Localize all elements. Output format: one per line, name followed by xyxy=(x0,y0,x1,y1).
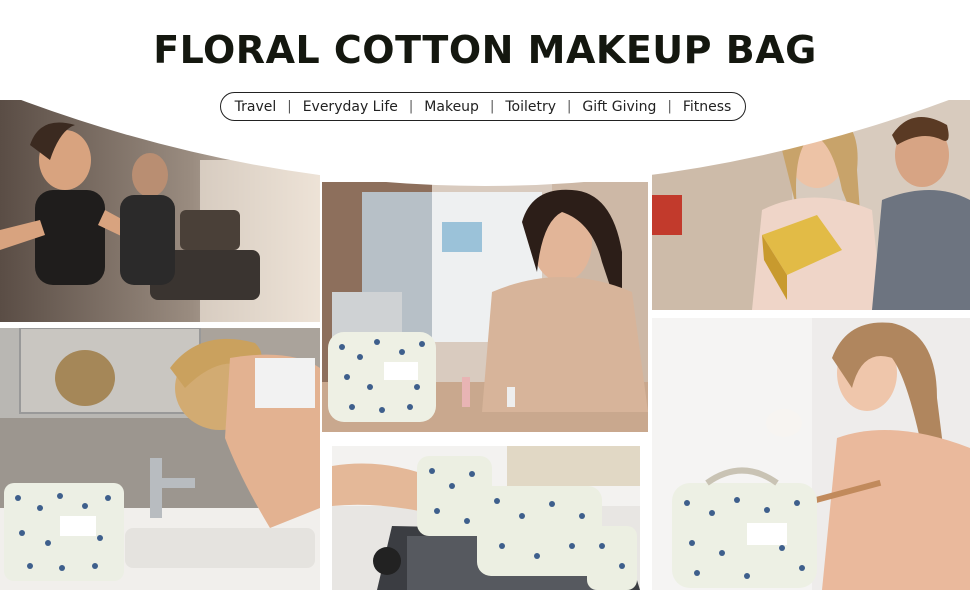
usage-tags-pill: Travel | Everyday Life | Makeup | Toilet… xyxy=(220,92,746,121)
photo-gift-couple xyxy=(652,100,970,310)
page-title: FLORAL COTTON MAKEUP BAG xyxy=(153,28,817,72)
tag-travel: Travel xyxy=(234,98,277,115)
photo-bathroom-sink xyxy=(0,328,320,590)
photo-makeup-desk xyxy=(322,182,648,432)
photo-woman-compact xyxy=(652,318,970,590)
tag-gift-giving: Gift Giving xyxy=(582,98,657,115)
tag-makeup: Makeup xyxy=(424,98,479,115)
tag-everyday-life: Everyday Life xyxy=(302,98,398,115)
photo-suitcase-packing xyxy=(332,446,640,590)
tag-fitness: Fitness xyxy=(682,98,732,115)
photo-fitness-treadmill xyxy=(0,100,320,322)
tag-toiletry: Toiletry xyxy=(505,98,556,115)
